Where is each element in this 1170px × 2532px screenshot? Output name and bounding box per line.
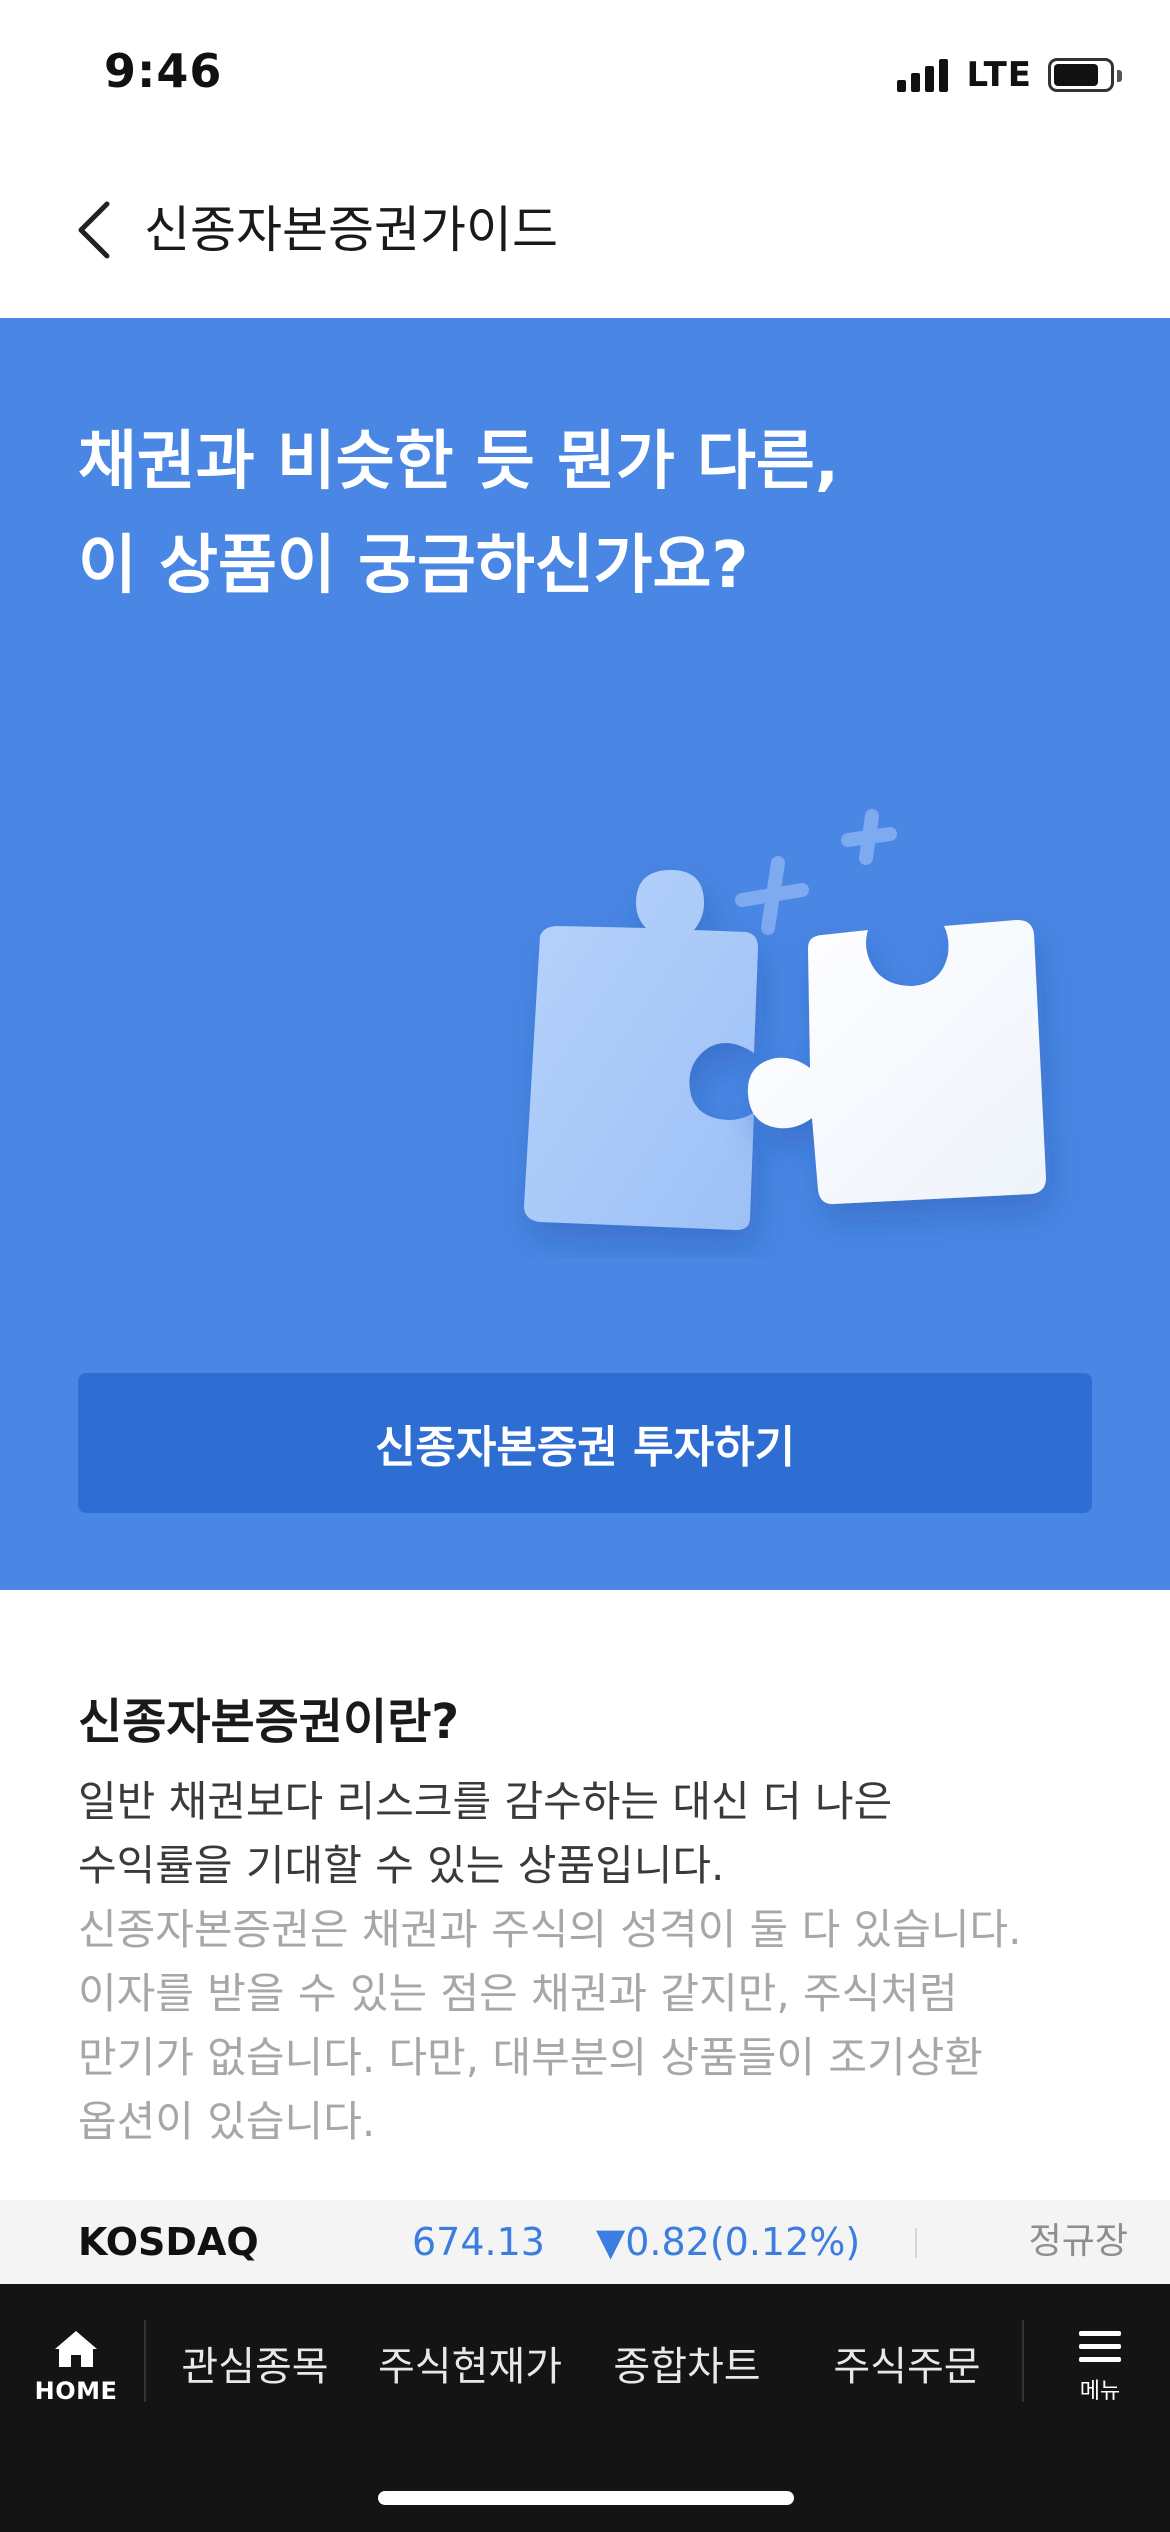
nav-menu-button[interactable]: 메뉴 (1060, 2312, 1140, 2422)
nav-menu-label: 메뉴 (1079, 2379, 1121, 2404)
ticker-index-name: KOSDAQ (78, 2220, 259, 2264)
info-body-line: 신종자본증권은 채권과 주식의 성격이 둘 다 있습니다. (78, 1905, 1022, 1954)
info-section: 신종자본증권이란? 일반 채권보다 리스크를 감수하는 대신 더 나은 수익률을… (0, 1590, 1170, 2200)
info-lead-line: 일반 채권보다 리스크를 감수하는 대신 더 나은 (78, 1777, 893, 1826)
info-lead-line: 수익률을 기대할 수 있는 상품입니다. (78, 1841, 725, 1890)
hero-banner: 채권과 비슷한 듯 뭔가 다른, 이 상품이 궁금하신가요? 신종자본증권 투자… (0, 318, 1170, 1590)
hero-heading-line: 이 상품이 궁금하신가요? (78, 529, 749, 603)
info-body: 신종자본증권은 채권과 주식의 성격이 둘 다 있습니다. 이자를 받을 수 있… (78, 1898, 1022, 2154)
nav-item-current-price[interactable]: 주식현재가 (368, 2312, 572, 2422)
page-title: 신종자본증권가이드 (144, 201, 558, 259)
nav-divider (144, 2320, 146, 2402)
hero-heading: 채권과 비슷한 듯 뭔가 다른, 이 상품이 궁금하신가요? (78, 410, 1078, 618)
invest-button[interactable]: 신종자본증권 투자하기 (78, 1373, 1092, 1513)
nav-item-chart[interactable]: 종합차트 (600, 2312, 774, 2422)
ticker-session: 정규장 (1028, 2221, 1128, 2262)
nav-home-label: HOME (34, 2377, 118, 2405)
network-type: LTE (966, 55, 1032, 95)
info-body-line: 옵션이 있습니다. (78, 2097, 376, 2146)
hamburger-menu-icon (1079, 2331, 1121, 2362)
hero-heading-line: 채권과 비슷한 듯 뭔가 다른, (78, 425, 840, 499)
home-indicator[interactable] (378, 2491, 794, 2505)
market-ticker[interactable]: KOSDAQ 674.13 ▼0.82(0.12%) 정규장 (0, 2200, 1170, 2284)
nav-home-button[interactable]: HOME (30, 2312, 122, 2422)
info-body-line: 만기가 없습니다. 다만, 대부분의 상품들이 조기상환 (78, 2033, 983, 2082)
puzzle-piece-right (747, 919, 1046, 1205)
home-icon (55, 2331, 97, 2367)
page-header: 신종자본증권가이드 (0, 150, 1170, 318)
status-bar: 9:46 LTE (0, 0, 1170, 150)
ticker-value: 674.13 (412, 2220, 545, 2264)
section-title: 신종자본증권이란? (78, 1694, 460, 1750)
back-button[interactable] (58, 190, 128, 270)
nav-item-watchlist[interactable]: 관심종목 (168, 2312, 342, 2422)
cellular-signal-icon (896, 58, 953, 92)
ticker-divider (915, 2228, 917, 2258)
battery-icon (1048, 58, 1122, 92)
nav-item-order[interactable]: 주식주문 (820, 2312, 994, 2422)
status-time: 9:46 (104, 44, 223, 98)
info-body-line: 이자를 받을 수 있는 점은 채권과 같지만, 주식처럼 (78, 1969, 958, 2018)
nav-divider (1022, 2320, 1024, 2402)
chevron-left-icon (78, 201, 110, 259)
info-lead: 일반 채권보다 리스크를 감수하는 대신 더 나은 수익률을 기대할 수 있는 … (78, 1770, 892, 1898)
ticker-change: ▼0.82(0.12%) (596, 2220, 861, 2264)
puzzle-piece-left (524, 870, 758, 1230)
plus-decoration (735, 809, 897, 935)
status-indicators: LTE (896, 52, 1122, 98)
bottom-navigation: HOME 관심종목 주식현재가 종합차트 주식주문 메뉴 (0, 2284, 1170, 2532)
puzzle-pieces-icon (524, 809, 1046, 1230)
